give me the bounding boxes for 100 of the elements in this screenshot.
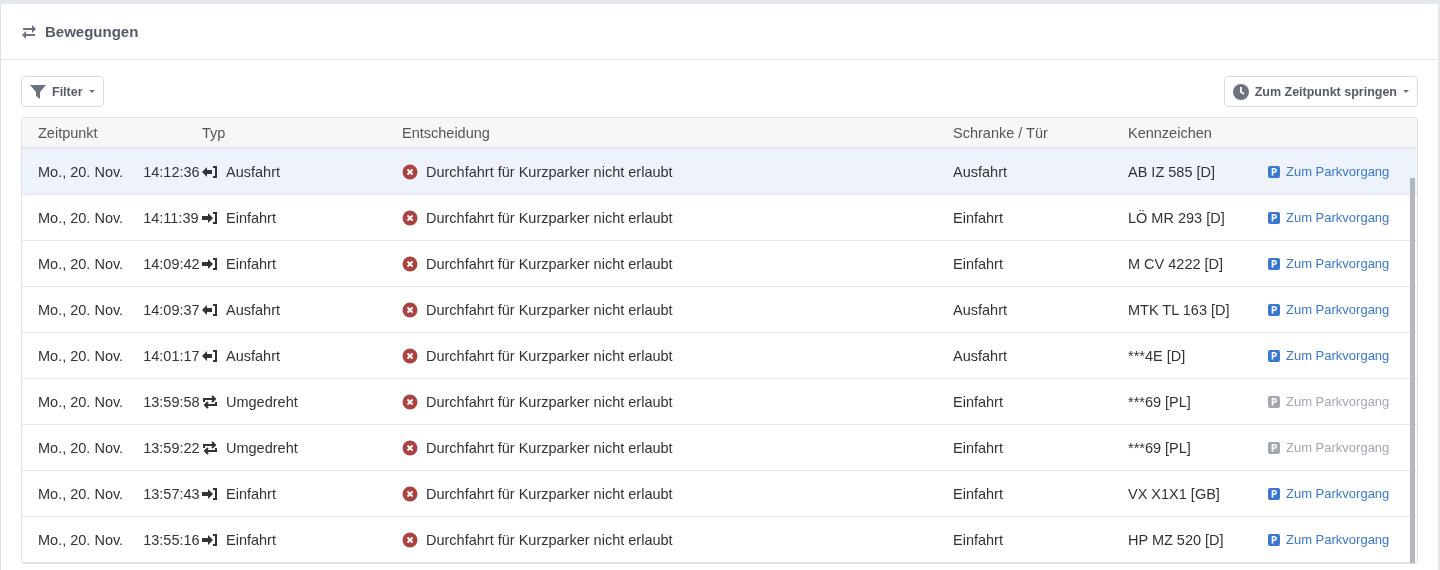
plate-cell: M CV 4222 [D] <box>1128 255 1224 272</box>
date-cell: Mo., 20. Nov. <box>38 531 124 548</box>
caret-icon <box>88 89 95 94</box>
date-cell: Mo., 20. Nov. <box>38 393 124 410</box>
gate-cell: Einfahrt <box>953 531 1003 548</box>
time-cell: 13:55:16 <box>143 531 200 548</box>
swap-arrows-icon <box>21 24 37 39</box>
date-cell: Mo., 20. Nov. <box>38 485 124 502</box>
table-row[interactable]: Mo., 20. Nov. 14:12:36 Ausfahrt Durchfahrt für Kurzparker nicht erlaubt Ausfahrt AB IZ 585 [D] Zum Parkvorgang <box>22 149 1417 195</box>
date-cell: Mo., 20. Nov. <box>38 255 124 272</box>
time-cell: 13:59:58 <box>143 393 200 410</box>
type-cell: Ausfahrt <box>226 301 280 318</box>
plate-cell: ***69 [PL] <box>1128 439 1191 456</box>
time-cell: 13:57:43 <box>143 485 200 502</box>
time-cell: 14:09:42 <box>143 255 200 272</box>
parking-sign-icon <box>1268 487 1280 500</box>
date-cell: Mo., 20. Nov. <box>38 163 124 180</box>
plate-cell: HP MZ 520 [D] <box>1128 531 1224 548</box>
time-cell: 14:01:17 <box>143 347 200 364</box>
parking-link[interactable]: Zum Parkvorgang <box>1268 486 1390 501</box>
plate-cell: ***69 [PL] <box>1128 393 1191 410</box>
decision-cell: Durchfahrt für Kurzparker nicht erlaubt <box>426 347 673 364</box>
time-cell: 14:12:36 <box>143 163 200 180</box>
time-cell: 14:11:39 <box>143 209 199 226</box>
decision-cell: Durchfahrt für Kurzparker nicht erlaubt <box>426 531 673 548</box>
time-cell: 13:59:22 <box>143 439 200 456</box>
type-cell: Ausfahrt <box>226 347 280 364</box>
date-cell: Mo., 20. Nov. <box>38 209 124 226</box>
gate-cell: Ausfahrt <box>953 347 1007 364</box>
parking-sign-icon <box>1268 211 1280 224</box>
column-header: Kennzeichen <box>1128 124 1213 141</box>
parking-sign-icon <box>1268 533 1280 546</box>
parking-link[interactable]: Zum Parkvorgang <box>1268 256 1390 271</box>
parking-sign-icon <box>1268 303 1280 316</box>
gate-cell: Einfahrt <box>953 393 1003 410</box>
type-cell: Umgedreht <box>226 439 298 456</box>
filter-button[interactable]: Filter <box>21 76 104 107</box>
error-icon <box>402 393 418 410</box>
error-icon <box>402 347 418 364</box>
scrollbar[interactable] <box>1410 178 1415 563</box>
plate-cell: AB IZ 585 [D] <box>1128 163 1216 180</box>
gate-cell: Ausfahrt <box>953 301 1007 318</box>
decision-cell: Durchfahrt für Kurzparker nicht erlaubt <box>426 485 673 502</box>
exit-arrow-icon <box>202 348 218 363</box>
plate-cell: MTK TL 163 [D] <box>1128 301 1230 318</box>
exit-arrow-icon <box>202 302 218 317</box>
decision-cell: Durchfahrt für Kurzparker nicht erlaubt <box>426 209 673 226</box>
gate-cell: Einfahrt <box>953 439 1003 456</box>
gate-cell: Ausfahrt <box>953 163 1007 180</box>
column-header: Entscheidung <box>402 124 491 141</box>
parking-link[interactable]: Zum Parkvorgang <box>1268 532 1390 547</box>
entry-arrow-icon <box>202 256 218 271</box>
type-cell: Ausfahrt <box>226 163 280 180</box>
column-header: Zeitpunkt <box>37 124 99 141</box>
parking-link[interactable]: Zum Parkvorgang <box>1268 164 1390 179</box>
decision-cell: Durchfahrt für Kurzparker nicht erlaubt <box>426 439 673 456</box>
exit-arrow-icon <box>202 164 218 179</box>
date-cell: Mo., 20. Nov. <box>38 439 124 456</box>
error-icon <box>402 301 418 318</box>
entry-arrow-icon <box>202 210 218 225</box>
decision-cell: Durchfahrt für Kurzparker nicht erlaubt <box>426 301 673 318</box>
error-icon <box>402 255 418 272</box>
gate-cell: Einfahrt <box>953 209 1003 226</box>
type-cell: Einfahrt <box>226 531 276 548</box>
caret-icon <box>1403 89 1409 94</box>
parking-link[interactable]: Zum Parkvorgang <box>1268 302 1390 317</box>
plate-cell: LÖ MR 293 [D] <box>1128 209 1225 226</box>
parking-sign-icon <box>1268 441 1280 454</box>
date-cell: Mo., 20. Nov. <box>38 301 124 318</box>
time-cell: 14:09:37 <box>143 301 200 318</box>
gate-cell: Einfahrt <box>953 255 1003 272</box>
parking-link[interactable]: Zum Parkvorgang <box>1268 348 1390 363</box>
parking-sign-icon <box>1268 257 1280 270</box>
decision-cell: Durchfahrt für Kurzparker nicht erlaubt <box>426 255 673 272</box>
error-icon <box>402 439 418 456</box>
clock-icon <box>1232 83 1249 100</box>
panel-title: Bewegungen <box>45 23 139 40</box>
filter-icon <box>30 84 46 99</box>
repeat-arrows-icon <box>202 394 218 409</box>
parking-link[interactable]: Zum Parkvorgang <box>1268 210 1390 225</box>
parking-sign-icon <box>1268 395 1280 408</box>
type-cell: Umgedreht <box>226 393 298 410</box>
type-cell: Einfahrt <box>226 209 276 226</box>
repeat-arrows-icon <box>202 440 218 455</box>
type-cell: Einfahrt <box>226 255 276 272</box>
decision-cell: Durchfahrt für Kurzparker nicht erlaubt <box>426 393 673 410</box>
jump-to-time-button[interactable]: Zum Zeitpunkt springen <box>1223 76 1418 107</box>
plate-cell: ***4E [D] <box>1128 347 1186 364</box>
error-icon <box>402 531 418 548</box>
error-icon <box>402 209 418 226</box>
date-cell: Mo., 20. Nov. <box>38 347 124 364</box>
column-header: Typ <box>202 124 227 141</box>
parking-sign-icon <box>1268 165 1280 178</box>
decision-cell: Durchfahrt für Kurzparker nicht erlaubt <box>426 163 673 180</box>
plate-cell: VX X1X1 [GB] <box>1128 485 1220 502</box>
error-icon <box>402 163 418 180</box>
column-header: Schranke / Tür <box>953 124 1049 141</box>
entry-arrow-icon <box>202 532 218 547</box>
parking-sign-icon <box>1268 349 1280 362</box>
type-cell: Einfahrt <box>226 485 276 502</box>
